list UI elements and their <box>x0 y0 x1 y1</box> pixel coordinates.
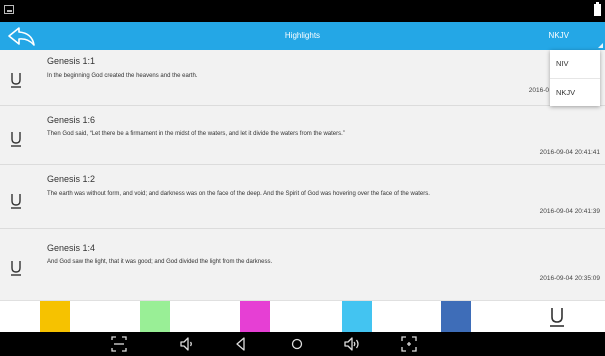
highlight-date: 2016-0 <box>528 87 549 94</box>
underline-icon[interactable] <box>549 307 565 327</box>
screenshot-icon[interactable] <box>110 335 128 353</box>
highlight-row[interactable]: Genesis 1:4 And God saw the light, that … <box>0 229 605 300</box>
version-selector[interactable]: NKJV <box>549 22 569 50</box>
underline-icon[interactable] <box>10 260 22 276</box>
underline-icon[interactable] <box>10 131 22 147</box>
color-swatch-yellow[interactable] <box>40 301 70 333</box>
highlight-row[interactable]: Genesis 1:1 In the beginning God created… <box>0 50 605 106</box>
verse-text: The earth was without form, and void; an… <box>47 191 430 197</box>
version-dropdown: NIV NKJV <box>550 50 600 106</box>
highlight-row[interactable]: Genesis 1:6 Then God said, “Let there be… <box>0 106 605 165</box>
verse-reference: Genesis 1:4 <box>47 243 96 253</box>
verse-reference: Genesis 1:2 <box>47 174 96 184</box>
dropdown-corner-icon <box>598 43 603 48</box>
back-triangle-icon[interactable] <box>232 335 250 353</box>
status-bar <box>0 0 605 22</box>
verse-reference: Genesis 1:1 <box>47 56 96 66</box>
verse-text: In the beginning God created the heavens… <box>47 73 198 79</box>
color-swatch-green[interactable] <box>140 301 170 333</box>
highlights-list: Genesis 1:1 In the beginning God created… <box>0 50 605 300</box>
highlight-row[interactable]: Genesis 1:2 The earth was without form, … <box>0 165 605 229</box>
system-navigation-bar <box>0 332 605 356</box>
verse-text: Then God said, “Let there be a firmament… <box>47 131 345 137</box>
verse-text: And God saw the light, that it was good;… <box>47 259 273 265</box>
underline-icon[interactable] <box>10 193 22 209</box>
page-title: Highlights <box>284 31 321 40</box>
volume-up-icon[interactable] <box>343 335 361 353</box>
color-swatch-cyan[interactable] <box>342 301 372 333</box>
highlight-date: 2016-09-04 20:41:39 <box>539 208 600 215</box>
screenshot-notification-icon <box>4 5 14 14</box>
fullscreen-icon[interactable] <box>400 335 418 353</box>
highlight-date: 2016-09-04 20:35:09 <box>539 275 600 282</box>
dropdown-option-niv[interactable]: NIV <box>550 50 600 78</box>
verse-reference: Genesis 1:6 <box>47 115 96 125</box>
battery-icon <box>594 2 601 16</box>
underline-icon[interactable] <box>10 72 22 88</box>
app-bar: Highlights NKJV <box>0 22 605 50</box>
highlight-date: 2016-09-04 20:41:41 <box>539 149 600 156</box>
volume-down-icon[interactable] <box>178 335 196 353</box>
color-swatch-magenta[interactable] <box>240 301 270 333</box>
highlight-color-palette <box>0 300 605 333</box>
color-swatch-blue[interactable] <box>441 301 471 333</box>
home-circle-icon[interactable] <box>288 335 306 353</box>
dropdown-option-nkjv[interactable]: NKJV <box>550 78 600 106</box>
